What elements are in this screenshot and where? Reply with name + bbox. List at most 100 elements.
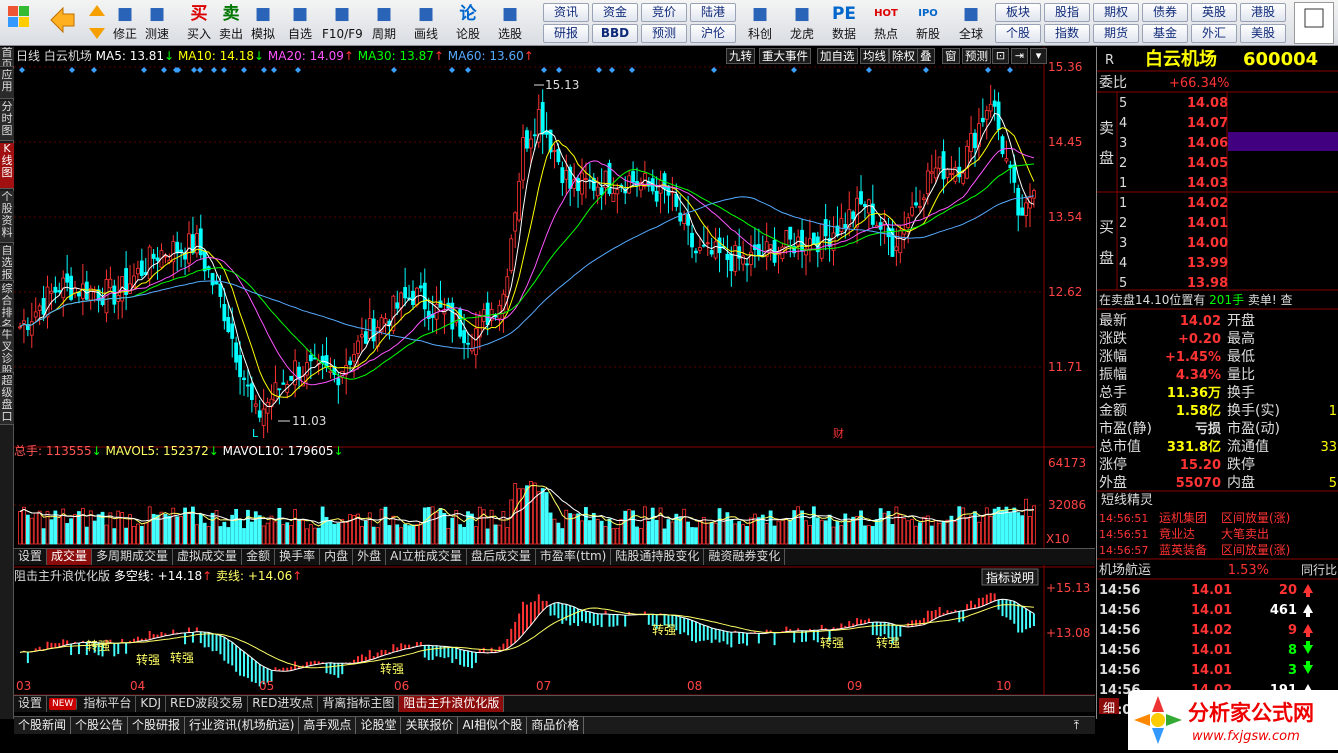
sidebar-tab-5[interactable]: 自选报 [0, 245, 14, 281]
window-icon[interactable] [1294, 2, 1334, 44]
select-button[interactable]: ■ 选股 [490, 2, 530, 44]
indicator-tab-2[interactable]: KDJ [136, 696, 167, 712]
indicator-tab-1[interactable]: 指标平台 [79, 696, 137, 712]
discuss-button[interactable]: 论论股 [448, 2, 488, 44]
info-tab-8[interactable]: 商品价格 [527, 717, 585, 734]
indicator-tab-5[interactable]: 背离指标主图 [318, 696, 400, 712]
pencil-button[interactable]: ■ 画线 [406, 2, 446, 44]
volume-tab-2[interactable]: 多周期成交量 [92, 549, 174, 565]
volume-tab-7[interactable]: 外盘 [353, 549, 387, 565]
tick-time: 14:56 [1099, 663, 1140, 678]
sidebar-tab-0[interactable]: 首页 [0, 47, 14, 67]
chart-tool-7[interactable]: 预测 [962, 48, 991, 64]
volume-bar [808, 524, 812, 545]
volume-tab-3[interactable]: 虚拟成交量 [173, 549, 243, 565]
gavel-button[interactable]: ■ 模拟 [248, 2, 278, 44]
volume-bar [147, 506, 152, 545]
f10-button[interactable]: ■ F10/F9 [322, 2, 363, 44]
exit-icon[interactable]: ⇥ [1011, 48, 1028, 64]
globe-button[interactable]: ■ 全球 [950, 2, 992, 44]
menu-btn-0-0[interactable]: 资讯 [543, 3, 589, 22]
house-button[interactable]: ■ 自选 [280, 2, 320, 44]
volume-bar [646, 521, 651, 545]
dropdown-icon[interactable]: ▾ [1030, 48, 1047, 64]
sidebar-tab-1[interactable]: 应用 [0, 69, 14, 99]
sidebar-tab-2[interactable]: 分时图 [0, 101, 14, 141]
dragon-button[interactable]: ■ 龙虎 [782, 2, 822, 44]
period-button[interactable]: ■ 周期 [364, 2, 404, 44]
menu-btn2-0-3[interactable]: 债券 [1142, 3, 1188, 22]
menu-btn2-0-2[interactable]: 期权 [1093, 3, 1139, 22]
menu-btn2-1-0[interactable]: 个股 [995, 24, 1041, 43]
sidebar-tab-4[interactable]: 个股资料 [0, 191, 14, 243]
menu-btn2-0-4[interactable]: 英股 [1191, 3, 1237, 22]
info-tab-2[interactable]: 个股研报 [128, 717, 186, 734]
volume-tab-4[interactable]: 金额 [242, 549, 276, 565]
menu-btn2-1-3[interactable]: 基金 [1142, 24, 1188, 43]
menu-btn2-0-1[interactable]: 股指 [1044, 3, 1090, 22]
indicator-tab-4[interactable]: RED进攻点 [248, 696, 319, 712]
menu-btn2-1-2[interactable]: 期货 [1093, 24, 1139, 43]
chart-tool-6[interactable]: 窗 [942, 48, 960, 64]
volume-tab-12[interactable]: 融资融券变化 [704, 549, 786, 565]
menu-btn2-1-4[interactable]: 外汇 [1191, 24, 1237, 43]
chart-tool-4[interactable]: 除权 [889, 48, 918, 64]
back-button[interactable] [46, 2, 78, 44]
volume-tab-10[interactable]: 市盈率(ttm) [536, 549, 612, 565]
menu-btn-1-3[interactable]: 沪伦 [690, 24, 736, 43]
kline-chart-area[interactable]: 15.36 14.45 13.54 12.62 11.71 日线 白云机场 MA5: 13… [14, 47, 1095, 719]
hot-button[interactable]: HOT 热点 [866, 2, 906, 44]
app-logo[interactable] [4, 2, 34, 44]
scroll-top-icon[interactable]: ⤒ [1070, 717, 1083, 734]
info-tab-5[interactable]: 论股堂 [356, 717, 402, 734]
chart-tool-1[interactable]: 重大事件 [759, 48, 811, 64]
volume-tab-9[interactable]: 盘后成交量 [467, 549, 536, 565]
volume-tab-11[interactable]: 陆股通持股变化 [611, 549, 705, 565]
volume-bar [422, 507, 427, 545]
menu-btn-0-1[interactable]: 资金 [592, 3, 638, 22]
info-tab-6[interactable]: 关联报价 [401, 717, 459, 734]
info-tab-7[interactable]: AI相似个股 [458, 717, 528, 734]
sidebar-tab-7[interactable]: 牛叉诊股 [0, 329, 14, 373]
speed-button[interactable]: ■ 测速 [142, 2, 172, 44]
menu-btn2-1-5[interactable]: 美股 [1240, 24, 1286, 43]
volume-bar [301, 519, 305, 545]
ipo-button[interactable]: IPO 新股 [908, 2, 948, 44]
menu-btn-1-0[interactable]: 研报 [543, 24, 589, 43]
chart-tool-5[interactable]: 叠 [917, 48, 935, 64]
info-tab-3[interactable]: 行业资讯(机场航运) [185, 717, 300, 734]
menu-btn2-1-1[interactable]: 指数 [1044, 24, 1090, 43]
sell-button[interactable]: 卖卖出 [216, 2, 246, 44]
buy-button[interactable]: 买买入 [184, 2, 214, 44]
volume-tab-6[interactable]: 内盘 [320, 549, 354, 565]
chart-tool-0[interactable]: 九转 [726, 48, 755, 64]
chart-tool-2[interactable]: 加自选 [817, 48, 858, 64]
menu-btn-1-1[interactable]: BBD [592, 24, 638, 43]
indicator-tab-0[interactable]: 设置 [14, 696, 48, 712]
volume-bar [721, 519, 726, 545]
menu-btn-0-2[interactable]: 竞价 [641, 3, 687, 22]
volume-tab-1[interactable]: 成交量 [47, 549, 93, 565]
menu-btn2-0-5[interactable]: 港股 [1240, 3, 1286, 22]
menu-btn-0-3[interactable]: 陆港 [690, 3, 736, 22]
info-tab-4[interactable]: 高手观点 [299, 717, 357, 734]
sidebar-tab-3[interactable]: K线图 [0, 143, 14, 189]
volume-tab-0[interactable]: 设置 [14, 549, 48, 565]
volume-tab-8[interactable]: AI立桩成交量 [386, 549, 467, 565]
sidebar-tab-6[interactable]: 综合排名 [0, 283, 14, 327]
refresh-button[interactable]: ■ 修正 [110, 2, 140, 44]
menu-btn2-0-0[interactable]: 板块 [995, 3, 1041, 22]
sidebar-tab-8[interactable]: 超级盘口 [0, 375, 14, 425]
menu-btn-1-2[interactable]: 预测 [641, 24, 687, 43]
info-tab-1[interactable]: 个股公告 [71, 717, 129, 734]
indicator-tab-6[interactable]: 阻击主升浪优化版 [399, 696, 505, 712]
indicator-tab-3[interactable]: RED波段交易 [166, 696, 249, 712]
info-tab-0[interactable]: 个股新闻 [14, 717, 72, 734]
pe-button[interactable]: PE 数据 [824, 2, 864, 44]
sci-button[interactable]: ■ 科创 [740, 2, 780, 44]
chart-tool-3[interactable]: 均线 [860, 48, 889, 64]
candle-body [505, 276, 510, 297]
up-down-button[interactable] [86, 2, 108, 44]
volume-tab-5[interactable]: 换手率 [275, 549, 321, 565]
lock-icon[interactable]: ⊡ [992, 48, 1009, 64]
